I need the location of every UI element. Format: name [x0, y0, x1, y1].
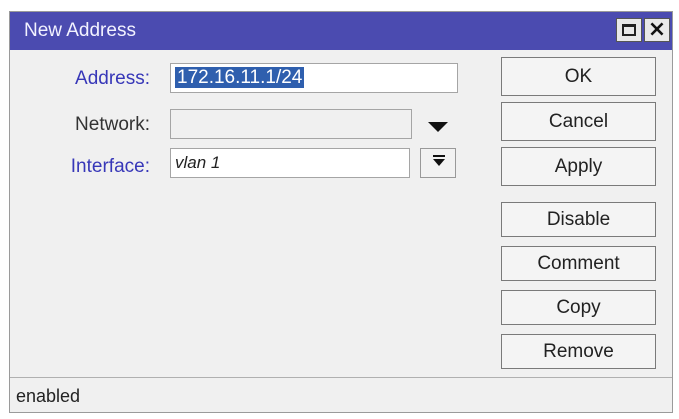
maximize-button[interactable]	[616, 18, 642, 42]
close-icon: ×	[647, 17, 667, 42]
close-button[interactable]: ×	[644, 17, 670, 42]
maximize-icon	[622, 24, 636, 36]
window-title: New Address	[24, 20, 136, 41]
new-address-dialog: New Address × Address: 172.16.11.1/24 Ne…	[9, 11, 673, 413]
ok-button[interactable]: OK	[501, 57, 656, 96]
interface-value: vlan 1	[175, 153, 221, 172]
network-label: Network:	[75, 114, 150, 135]
interface-select[interactable]: vlan 1	[170, 148, 410, 178]
title-bar[interactable]: New Address ×	[10, 12, 672, 50]
remove-button[interactable]: Remove	[501, 334, 656, 369]
cancel-button[interactable]: Cancel	[501, 102, 656, 141]
combo-arrow-triangle	[433, 159, 445, 166]
address-input[interactable]: 172.16.11.1/24	[170, 63, 458, 93]
apply-button[interactable]: Apply	[501, 147, 656, 186]
interface-label: Interface:	[70, 156, 150, 177]
copy-button[interactable]: Copy	[501, 290, 656, 325]
address-value: 172.16.11.1/24	[175, 67, 305, 88]
status-text: enabled	[16, 386, 81, 406]
status-bar: enabled	[10, 377, 672, 412]
interface-dropdown-button[interactable]	[420, 148, 456, 178]
address-label: Address:	[75, 68, 150, 89]
network-input[interactable]	[170, 109, 412, 139]
triangle-down-icon[interactable]	[428, 122, 448, 132]
comment-button[interactable]: Comment	[501, 246, 656, 281]
disable-button[interactable]: Disable	[501, 202, 656, 237]
combo-arrow-icon	[433, 155, 445, 157]
